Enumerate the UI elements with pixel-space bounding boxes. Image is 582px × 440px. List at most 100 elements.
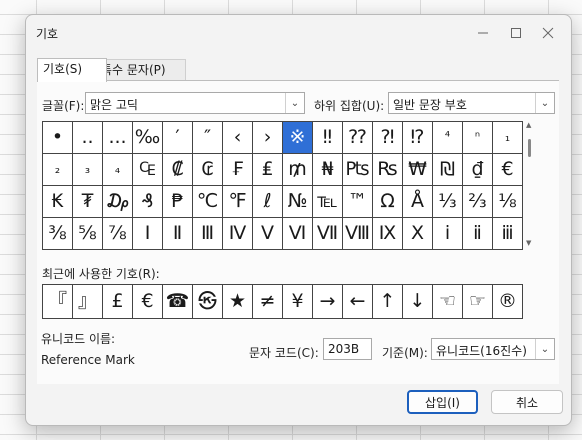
recent-symbol-cell[interactable]: → (313, 285, 343, 319)
insert-button[interactable]: 삽입(I) (407, 390, 478, 414)
symbol-cell[interactable]: Ω (373, 186, 403, 218)
symbol-cell[interactable]: ″ (193, 122, 223, 154)
symbol-cell[interactable]: Ⅵ (283, 218, 313, 250)
symbol-cell[interactable]: ₣ (223, 154, 253, 186)
symbol-cell[interactable]: ₡ (163, 154, 193, 186)
recent-symbol-cell[interactable]: £ (103, 285, 133, 319)
symbol-cell[interactable]: № (283, 186, 313, 218)
symbol-cell[interactable]: ₮ (73, 186, 103, 218)
symbol-cell[interactable]: ⁈ (373, 122, 403, 154)
symbol-cell[interactable]: ‼ (313, 122, 343, 154)
symbol-cell[interactable]: Ⅲ (193, 218, 223, 250)
minimize-icon[interactable] (467, 21, 499, 45)
symbol-cell[interactable]: ⅔ (463, 186, 493, 218)
recent-symbol-cell[interactable]: 』 (73, 285, 103, 319)
char-code-input[interactable]: 203B (323, 338, 372, 360)
symbol-cell[interactable]: ⅜ (43, 218, 73, 250)
symbol-cell[interactable]: ⅛ (493, 186, 523, 218)
symbol-cell[interactable]: ₨ (373, 154, 403, 186)
symbol-cell[interactable]: Ⅰ (133, 218, 163, 250)
recent-symbol-cell[interactable]: ☞ (463, 285, 493, 319)
symbol-cell[interactable]: ℉ (223, 186, 253, 218)
symbol-cell[interactable]: Ⅶ (313, 218, 343, 250)
cancel-button[interactable]: 취소 (491, 390, 563, 414)
symbol-cell[interactable]: ⁿ (463, 122, 493, 154)
symbol-cell[interactable]: ※ (283, 122, 313, 154)
symbol-cell[interactable]: ₩ (403, 154, 433, 186)
recent-symbol-cell[interactable]: ← (343, 285, 373, 319)
symbol-cell[interactable]: ₄ (103, 154, 133, 186)
symbol-cell[interactable]: ₢ (193, 154, 223, 186)
symbol-cell[interactable]: ₰ (133, 186, 163, 218)
symbol-cell[interactable]: ⅝ (73, 218, 103, 250)
symbol-cell[interactable]: .. (73, 122, 103, 154)
recent-symbol-cell[interactable]: ¥ (283, 285, 313, 319)
symbol-cell[interactable]: ₥ (283, 154, 313, 186)
symbol-cell[interactable]: • (43, 122, 73, 154)
symbol-cell[interactable]: ⅞ (103, 218, 133, 250)
symbol-cell[interactable]: ⅲ (493, 218, 523, 250)
symbol-cell[interactable]: ℃ (193, 186, 223, 218)
subset-select[interactable]: 일반 문장 부호 ⌄ (388, 92, 555, 114)
symbol-cell[interactable]: Ⅳ (223, 218, 253, 250)
symbol-cell[interactable]: ⅱ (463, 218, 493, 250)
recent-symbols-grid: 『』 £ € ☎ ㉿ ★ ≠ ¥ → ← ↑ ↓ ☜ ☞ ® (42, 284, 523, 319)
symbol-cell[interactable]: ₂ (43, 154, 73, 186)
symbol-cell[interactable]: Ⅹ (403, 218, 433, 250)
symbol-cell[interactable]: › (253, 122, 283, 154)
symbol-cell[interactable]: ₠ (133, 154, 163, 186)
symbol-cell[interactable]: ₪ (433, 154, 463, 186)
scroll-up-icon[interactable]: ▲ (526, 121, 531, 129)
close-icon[interactable] (532, 21, 564, 45)
recent-symbol-cell[interactable]: ↓ (403, 285, 433, 319)
symbol-cell[interactable]: ‹ (223, 122, 253, 154)
symbol-cell[interactable]: ... (103, 122, 133, 154)
symbol-cell[interactable]: ₫ (463, 154, 493, 186)
symbol-dialog: 기호 기호(S) 특수 문자(P) 글꼴(F): 맑은 고딕 ⌄ 하위 집합(U… (25, 14, 572, 426)
recent-symbol-cell[interactable]: ㉿ (193, 285, 223, 319)
symbol-cell[interactable]: ₯ (103, 186, 133, 218)
recent-symbol-cell[interactable]: ↑ (373, 285, 403, 319)
symbol-cell[interactable]: ₭ (43, 186, 73, 218)
symbol-cell[interactable]: ′ (163, 122, 193, 154)
symbol-cell[interactable]: Ⅷ (343, 218, 373, 250)
scroll-down-icon[interactable]: ▼ (526, 239, 531, 247)
symbol-cell[interactable]: Å (403, 186, 433, 218)
symbol-cell[interactable]: Ⅸ (373, 218, 403, 250)
recent-symbol-cell[interactable]: ® (493, 285, 523, 319)
symbol-cell[interactable]: ₃ (73, 154, 103, 186)
symbol-cell[interactable]: ⅰ (433, 218, 463, 250)
symbol-cell[interactable]: ₱ (163, 186, 193, 218)
tab-symbols[interactable]: 기호(S) (37, 58, 107, 82)
symbol-cell[interactable]: ₦ (313, 154, 343, 186)
symbol-cell[interactable]: € (493, 154, 523, 186)
symbol-cell[interactable]: ⁉ (403, 122, 433, 154)
symbol-cell[interactable]: ™ (343, 186, 373, 218)
scrollbar-thumb[interactable] (528, 139, 531, 157)
symbol-grid: •..... ‰ ′ ″ ‹ › ※ ‼ ⁇ ⁈ ⁉ ⁴ ⁿ ₁ ₂ ₃ ₄ ₠ ₡ ₢ ₣ ₤ ₥ ₦ ₧ ₨ ₩ ₪ ₫ € ₭ ₮ ₯ ₰ ₱… (42, 121, 523, 250)
symbol-cell[interactable]: ₤ (253, 154, 283, 186)
symbol-cell[interactable]: ⁴ (433, 122, 463, 154)
recent-symbol-cell[interactable]: € (133, 285, 163, 319)
recent-symbol-cell[interactable]: 『 (43, 285, 73, 319)
symbol-cell[interactable]: ₁ (493, 122, 523, 154)
symbol-cell[interactable]: ⁇ (343, 122, 373, 154)
chevron-down-icon: ⌄ (535, 93, 554, 113)
recent-symbol-cell[interactable]: ☜ (433, 285, 463, 319)
font-label: 글꼴(F): (42, 99, 85, 113)
symbol-cell[interactable]: ‰ (133, 122, 163, 154)
symbol-cell[interactable]: Ⅴ (253, 218, 283, 250)
from-select[interactable]: 유니코드(16진수) ⌄ (431, 338, 555, 360)
symbol-cell[interactable]: Ⅱ (163, 218, 193, 250)
tab-special-characters[interactable]: 특수 문자(P) (95, 59, 186, 81)
symbol-cell[interactable]: ₧ (343, 154, 373, 186)
symbol-cell[interactable]: ⅓ (433, 186, 463, 218)
maximize-icon[interactable] (500, 21, 532, 45)
recent-symbol-cell[interactable]: ≠ (253, 285, 283, 319)
recent-symbol-cell[interactable]: ★ (223, 285, 253, 319)
symbol-cell[interactable]: ℓ (253, 186, 283, 218)
font-select[interactable]: 맑은 고딕 ⌄ (85, 92, 305, 114)
symbol-grid-scrollbar[interactable]: ▲ ▼ (525, 121, 535, 249)
recent-symbol-cell[interactable]: ☎ (163, 285, 193, 319)
symbol-cell[interactable]: ℡ (313, 186, 343, 218)
